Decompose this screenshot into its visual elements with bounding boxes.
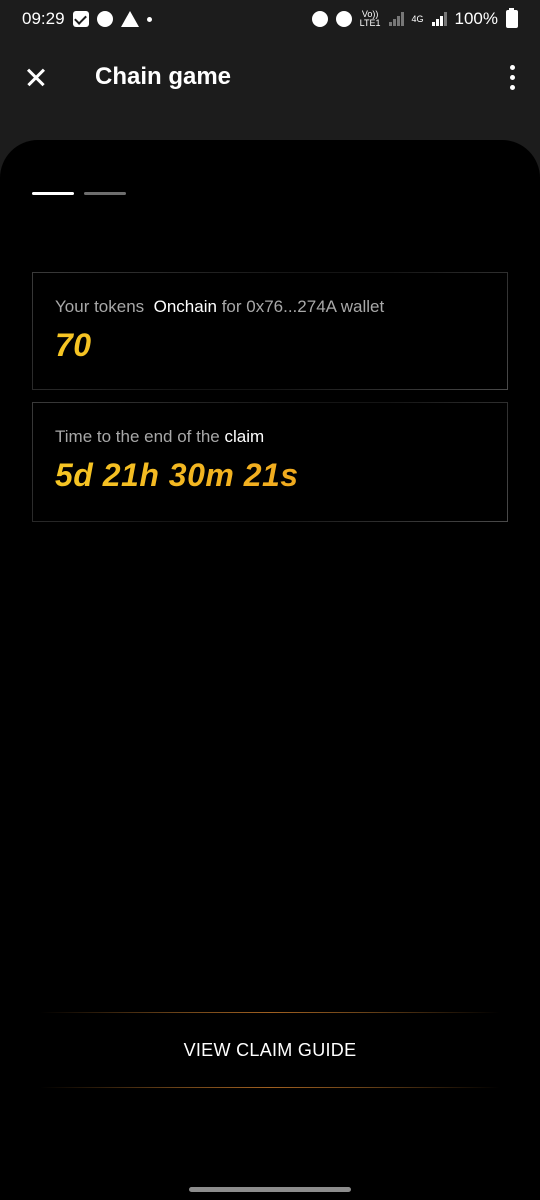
content-sheet: Your tokens Onchain for 0x76...274A wall… bbox=[0, 140, 540, 1200]
checkbox-notification-icon bbox=[72, 11, 89, 27]
battery-saver-icon bbox=[311, 11, 328, 27]
claim-timer-label: Time to the end of the claim bbox=[55, 427, 485, 447]
status-time: 09:29 bbox=[22, 9, 65, 28]
page-indicator bbox=[32, 192, 126, 195]
signal-strength-icon-2 bbox=[431, 12, 447, 26]
signal-strength-icon-1 bbox=[388, 12, 404, 26]
status-bar-left: 09:29 bbox=[22, 9, 152, 29]
more-notifications-dot-icon bbox=[146, 16, 152, 22]
tokens-card: Your tokens Onchain for 0x76...274A wall… bbox=[32, 272, 508, 390]
page-indicator-inactive[interactable] bbox=[84, 192, 126, 195]
claim-countdown-value: 5d 21h 30m 21s bbox=[55, 457, 485, 494]
tokens-value: 70 bbox=[55, 327, 485, 364]
tokens-label: Your tokens Onchain for 0x76...274A wall… bbox=[55, 297, 485, 317]
battery-icon bbox=[506, 8, 518, 28]
status-bar-right: Vo)) LTE1 4G 100% bbox=[311, 8, 518, 29]
close-icon[interactable] bbox=[18, 59, 54, 95]
battery-percent: 100% bbox=[454, 9, 498, 28]
footer-divider-top bbox=[40, 1012, 500, 1013]
app-bar: Chain game bbox=[0, 38, 540, 116]
tokens-label-prefix: Your tokens bbox=[55, 297, 145, 316]
view-claim-guide-button[interactable]: VIEW CLAIM GUIDE bbox=[0, 1028, 540, 1072]
volte-indicator: Vo)) LTE1 bbox=[360, 10, 381, 28]
claim-label-highlight: claim bbox=[224, 427, 265, 446]
claim-label-prefix: Time to the end of the bbox=[55, 427, 220, 446]
app-notification-icon bbox=[96, 11, 113, 27]
page-title: Chain game bbox=[95, 63, 232, 90]
status-bar: 09:29 Vo)) LTE1 4G 100% bbox=[0, 0, 540, 38]
lte-label: LTE1 bbox=[359, 18, 381, 28]
tokens-label-highlight: Onchain bbox=[153, 297, 217, 316]
more-options-icon[interactable] bbox=[502, 62, 522, 92]
alarm-icon bbox=[335, 11, 352, 27]
tokens-label-suffix: for 0x76...274A wallet bbox=[221, 297, 385, 316]
warning-icon bbox=[120, 11, 139, 27]
network-type-indicator: 4G bbox=[411, 13, 424, 24]
claim-timer-card: Time to the end of the claim 5d 21h 30m … bbox=[32, 402, 508, 522]
home-gesture-bar[interactable] bbox=[189, 1187, 351, 1192]
page-indicator-active[interactable] bbox=[32, 192, 74, 195]
footer-divider-bottom bbox=[40, 1087, 500, 1088]
